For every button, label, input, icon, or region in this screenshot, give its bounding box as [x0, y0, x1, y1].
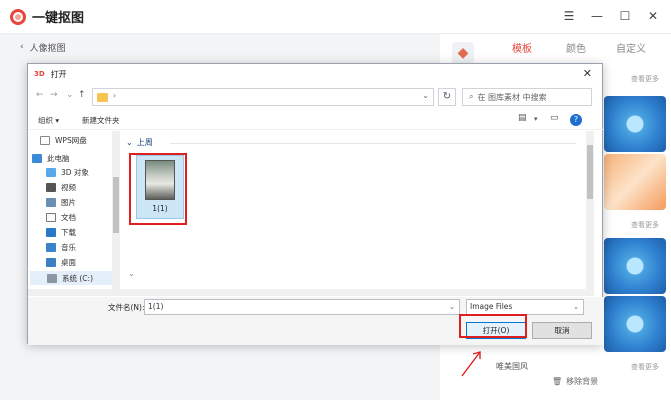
- app-3d-icon: 3D: [34, 70, 45, 78]
- chevron-down-icon[interactable]: ⌄: [573, 300, 579, 314]
- tab-custom[interactable]: 自定义: [616, 40, 646, 55]
- nav-item-desktop[interactable]: 桌面: [46, 257, 76, 268]
- nav-item-drive-c[interactable]: 系统 (C:): [30, 271, 116, 285]
- tab-color[interactable]: 颜色: [566, 40, 586, 55]
- back-arrow-icon[interactable]: ←: [36, 90, 44, 100]
- app-title: 一键抠图: [32, 11, 85, 26]
- section-label: 唯美国风: [496, 362, 528, 371]
- nav-item-wps-cloud[interactable]: WPS网盘: [40, 135, 87, 146]
- template-thumb[interactable]: [604, 96, 666, 152]
- search-icon: ⌕: [469, 92, 474, 101]
- chevron-left-icon: ‹: [20, 42, 24, 52]
- annotation-arrow-icon: [461, 351, 481, 377]
- nav-item-3d-objects[interactable]: 3D 对象: [46, 167, 89, 178]
- organize-button[interactable]: 组织 ▾: [38, 115, 59, 126]
- paint-bucket-icon[interactable]: ◆: [452, 42, 474, 64]
- app-titlebar: 一键抠图 ☰ — ☐ ✕: [0, 0, 671, 34]
- dialog-title: 打开: [50, 69, 67, 79]
- nav-pane-scrollbar[interactable]: [112, 131, 120, 289]
- address-bar[interactable]: › ⌄: [92, 88, 434, 106]
- new-folder-button[interactable]: 新建文件夹: [82, 115, 120, 126]
- filename-label: 文件名(N):: [108, 303, 145, 312]
- navigation-pane: WPS网盘 此电脑 3D 对象 视频 图片 文档 下载 音乐 桌面 系统 (C:…: [28, 131, 120, 289]
- scrollbar-thumb[interactable]: [113, 177, 119, 233]
- back-label: 人像抠图: [29, 43, 66, 54]
- remove-background-button[interactable]: 🗑 移除背景: [552, 376, 598, 387]
- dialog-close-icon[interactable]: ✕: [583, 67, 592, 80]
- chevron-down-icon[interactable]: ⌄: [128, 269, 135, 278]
- template-thumb[interactable]: [604, 238, 666, 294]
- dialog-toolbar: 组织 ▾ 新建文件夹 ▤ ▾ ▭ ?: [28, 110, 604, 130]
- nav-item-pictures[interactable]: 图片: [46, 197, 76, 208]
- tab-template[interactable]: 模板: [512, 40, 532, 55]
- see-more-link[interactable]: 查看更多: [631, 74, 659, 84]
- nav-item-videos[interactable]: 视频: [46, 182, 76, 193]
- app-logo-icon: [10, 8, 26, 25]
- help-icon[interactable]: ?: [570, 114, 582, 126]
- video-icon: [46, 183, 56, 192]
- menu-icon[interactable]: ☰: [561, 8, 577, 24]
- chevron-down-icon[interactable]: ⌄: [126, 138, 133, 147]
- address-bar-row: ← → ⌄ ↑ › ⌄ ↻ ⌕ 在 图库素材 中搜索: [28, 86, 604, 108]
- filetype-select[interactable]: Image Files ⌄: [466, 299, 584, 315]
- group-divider: [170, 143, 576, 144]
- back-button[interactable]: ‹ 人像抠图: [20, 38, 66, 56]
- see-more-link[interactable]: 查看更多: [631, 362, 659, 372]
- close-icon[interactable]: ✕: [645, 8, 661, 24]
- open-file-dialog: 3D 打开 ✕ ← → ⌄ ↑ › ⌄ ↻ ⌕ 在 图库素材 中搜索 组织 ▾ …: [27, 63, 604, 345]
- folder-icon: [97, 93, 108, 102]
- nav-item-this-pc[interactable]: 此电脑: [32, 153, 70, 164]
- nav-item-downloads[interactable]: 下载: [46, 227, 76, 238]
- picture-icon: [46, 198, 56, 207]
- cube-icon: [46, 168, 56, 177]
- drive-icon: [47, 273, 57, 283]
- highlight-box-open-button: [459, 314, 527, 338]
- file-list-area: ⌄ 上周 1(1) ⌄: [122, 131, 586, 289]
- search-input[interactable]: ⌕ 在 图库素材 中搜索: [462, 88, 592, 106]
- filename-input[interactable]: 1(1) ⌄: [144, 299, 460, 315]
- download-icon: [46, 228, 56, 237]
- highlight-box-file: [129, 153, 187, 225]
- document-icon: [46, 213, 56, 222]
- cloud-doc-icon: [40, 136, 50, 145]
- scrollbar-thumb[interactable]: [587, 145, 593, 199]
- chevron-down-icon[interactable]: ▾: [534, 115, 538, 123]
- chevron-down-icon[interactable]: ⌄: [449, 300, 455, 314]
- minimize-icon[interactable]: —: [589, 8, 605, 24]
- computer-icon: [32, 154, 42, 163]
- preview-pane-icon[interactable]: ▭: [550, 113, 559, 123]
- recent-dropdown-icon[interactable]: ⌄: [66, 90, 74, 100]
- cancel-button[interactable]: 取消: [532, 322, 592, 339]
- forward-arrow-icon[interactable]: →: [50, 90, 58, 100]
- trash-icon: 🗑: [552, 377, 563, 386]
- horizontal-scrollbar[interactable]: [28, 289, 594, 296]
- template-thumb[interactable]: [604, 154, 666, 210]
- dialog-titlebar: 3D 打开: [28, 64, 602, 84]
- file-list-scrollbar[interactable]: [586, 131, 594, 289]
- maximize-icon[interactable]: ☐: [617, 8, 633, 24]
- up-arrow-icon[interactable]: ↑: [78, 90, 86, 100]
- nav-item-music[interactable]: 音乐: [46, 242, 76, 253]
- see-more-link[interactable]: 查看更多: [631, 220, 659, 230]
- nav-item-documents[interactable]: 文档: [46, 212, 76, 223]
- group-header-last-week[interactable]: ⌄ 上周: [126, 137, 153, 148]
- search-placeholder: 在 图库素材 中搜索: [477, 92, 547, 102]
- window-controls: ☰ — ☐ ✕: [561, 8, 661, 24]
- desktop-icon: [46, 258, 56, 267]
- refresh-icon[interactable]: ↻: [438, 88, 456, 106]
- music-icon: [46, 243, 56, 252]
- template-thumb[interactable]: [604, 296, 666, 352]
- chevron-down-icon[interactable]: ⌄: [422, 91, 429, 100]
- view-options-icon[interactable]: ▤: [518, 113, 527, 123]
- chevron-right-icon[interactable]: ›: [113, 91, 116, 100]
